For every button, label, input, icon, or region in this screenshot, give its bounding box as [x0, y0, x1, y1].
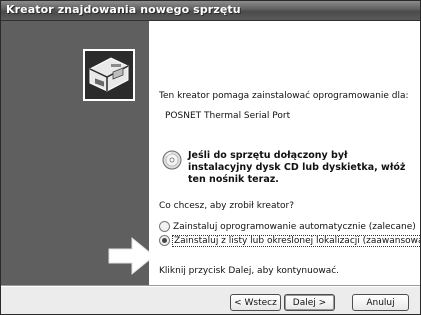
wizard-window: Kreator znajdowania nowego sprzętu Ten k… — [0, 0, 421, 315]
cd-hint-text: Jeśli do sprzętu dołączony był instalacy… — [188, 150, 406, 185]
title-bar[interactable]: Kreator znajdowania nowego sprzętu — [1, 1, 420, 21]
next-button[interactable]: Dalej > — [284, 294, 335, 311]
radio-advanced[interactable] — [159, 235, 170, 246]
wizard-content: Ten kreator pomaga zainstalować oprogram… — [149, 21, 420, 285]
intro-text: Ten kreator pomaga zainstalować oprogram… — [159, 91, 409, 101]
button-bar: < Wstecz Dalej > Anuluj — [1, 287, 420, 314]
option-automatic[interactable]: Zainstaluj oprogramowanie automatycznie … — [159, 220, 416, 233]
wizard-side-panel — [1, 21, 155, 285]
window-title: Kreator znajdowania nowego sprzętu — [6, 3, 241, 16]
question-text: Co chcesz, aby zrobił kreator? — [159, 201, 294, 211]
cancel-button[interactable]: Anuluj — [352, 294, 409, 311]
back-button[interactable]: < Wstecz — [230, 294, 281, 311]
option-advanced[interactable]: Zainstaluj z listy lub określonej lokali… — [159, 234, 420, 247]
device-name: POSNET Thermal Serial Port — [165, 111, 291, 121]
footer-note: Kliknij przycisk Dalej, aby kontynuować. — [159, 266, 340, 276]
radio-automatic[interactable] — [159, 221, 170, 232]
option-advanced-label[interactable]: Zainstaluj z listy lub określonej lokali… — [171, 234, 420, 247]
option-automatic-label[interactable]: Zainstaluj oprogramowanie automatycznie … — [173, 222, 416, 232]
